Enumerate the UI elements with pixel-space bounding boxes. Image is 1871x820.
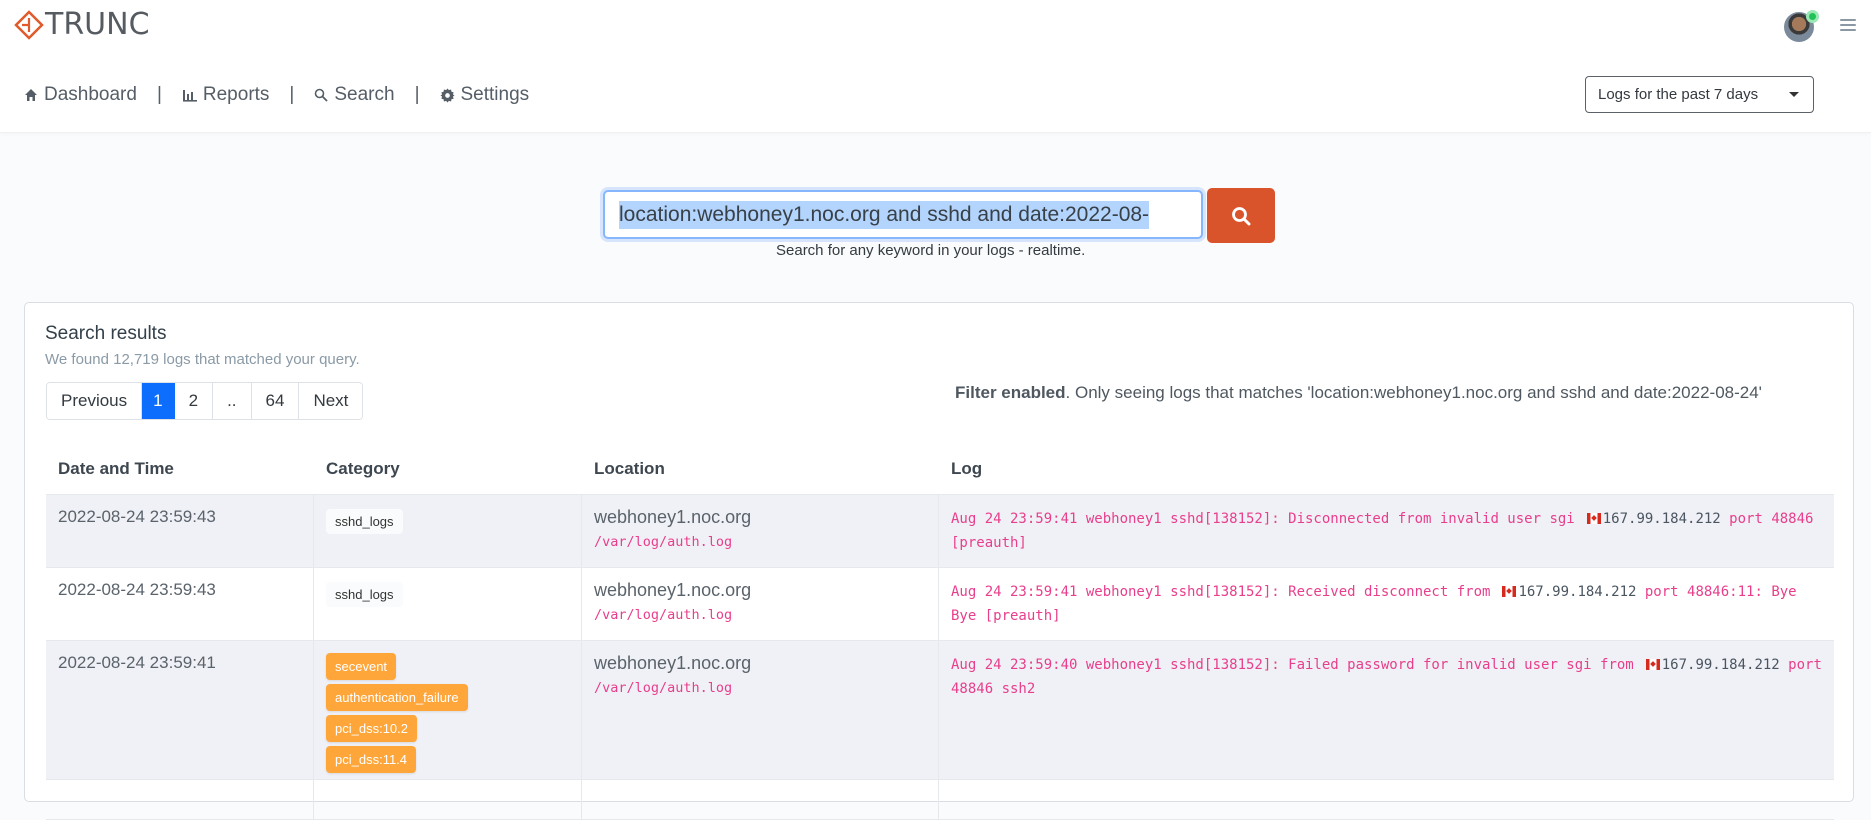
nav-separator: |: [156, 84, 162, 105]
table-header: Date and Time Category Location Log: [46, 443, 1834, 495]
log-range-select[interactable]: Logs for the past 7 days: [1585, 76, 1814, 113]
caret-down-icon: [1789, 92, 1799, 97]
log-range-selected: Logs for the past 7 days: [1598, 86, 1759, 103]
category-tag[interactable]: sshd_logs: [326, 582, 403, 607]
search-input[interactable]: location:webhoney1.noc.org and sshd and …: [603, 190, 1203, 239]
column-header-datetime[interactable]: Date and Time: [46, 459, 314, 479]
hamburger-menu-icon[interactable]: [1840, 19, 1856, 31]
column-header-log[interactable]: Log: [939, 459, 1834, 479]
row-host: webhoney1.noc.org: [594, 580, 752, 600]
pagination-page[interactable]: 2: [174, 383, 214, 419]
search-hint: Search for any keyword in your logs - re…: [776, 242, 1086, 259]
nav-separator: |: [289, 84, 295, 105]
table-row[interactable]: 2022-08-24 23:59:41 secevent authenticat…: [46, 641, 1834, 780]
pagination-previous[interactable]: Previous: [47, 383, 143, 419]
pagination-next[interactable]: Next: [299, 383, 363, 419]
table-row[interactable]: 2022-08-24 23:59:43 sshd_logs webhoney1.…: [46, 495, 1834, 568]
logo[interactable]: TRUNC: [14, 10, 150, 40]
nav-settings-label: Settings: [460, 84, 530, 105]
table-row[interactable]: 2022-08-24 23:59:43 sshd_logs webhoney1.…: [46, 568, 1834, 641]
log-text: Aug 24 23:59:41 webhoney1 sshd[138152]: …: [951, 511, 1575, 527]
navbar: Dashboard | Reports | Search | Settings …: [0, 60, 1871, 133]
category-tag[interactable]: sshd_logs: [326, 509, 403, 534]
row-log: Aug 24 23:59:41 webhoney1 sshd[138152]: …: [951, 507, 1822, 555]
log-ip[interactable]: 167.99.184.212: [1603, 511, 1721, 527]
category-tag[interactable]: authentication_failure: [326, 684, 468, 711]
gear-icon: [439, 87, 455, 103]
logo-mark-icon: [14, 10, 44, 40]
row-datetime: 2022-08-24 23:59:43: [58, 580, 216, 599]
row-path: /var/log/auth.log: [594, 534, 733, 550]
avatar[interactable]: [1784, 10, 1819, 42]
row-host: webhoney1.noc.org: [594, 507, 752, 527]
results-summary: We found 12,719 logs that matched your q…: [45, 351, 360, 368]
column-header-location[interactable]: Location: [582, 459, 939, 479]
log-ip[interactable]: 167.99.184.212: [1662, 657, 1780, 673]
column-header-category[interactable]: Category: [314, 459, 582, 479]
results-title: Search results: [45, 323, 167, 344]
bar-chart-icon: [182, 90, 197, 102]
filter-label: Filter enabled: [955, 383, 1066, 402]
search-icon: [315, 88, 328, 102]
row-host: webhoney1.noc.org: [594, 653, 752, 673]
category-tag[interactable]: pci_dss:11.4: [326, 746, 417, 773]
row-datetime: 2022-08-24 23:59:43: [58, 507, 216, 526]
canada-flag-icon: [1645, 659, 1660, 670]
logo-text: TRUNC: [45, 7, 150, 42]
nav-reports-label: Reports: [202, 84, 270, 105]
nav-separator: |: [414, 84, 420, 105]
search-button[interactable]: [1207, 188, 1275, 243]
search-icon: [1232, 206, 1251, 225]
search-results-card: Search results We found 12,719 logs that…: [24, 302, 1854, 820]
filter-note: Filter enabled. Only seeing logs that ma…: [955, 383, 1762, 403]
nav-search-label: Search: [334, 84, 395, 105]
row-path: /var/log/auth.log: [594, 607, 733, 623]
row-datetime: 2022-08-24 23:59:41: [58, 653, 216, 672]
row-log: Aug 24 23:59:41 webhoney1 sshd[138152]: …: [951, 580, 1822, 628]
home-icon: [25, 89, 37, 101]
row-log: Aug 24 23:59:40 webhoney1 sshd[138152]: …: [951, 653, 1822, 701]
pagination-page[interactable]: 1: [142, 383, 175, 419]
results-table: Date and Time Category Location Log 2022…: [46, 443, 1834, 820]
pagination-page[interactable]: 64: [251, 383, 300, 419]
canada-flag-icon: [1586, 513, 1601, 524]
filter-text: . Only seeing logs that matches 'locatio…: [1065, 383, 1762, 402]
main-nav: Dashboard | Reports | Search | Settings: [24, 84, 529, 106]
category-tag[interactable]: pci_dss:10.2: [326, 715, 417, 742]
log-ip[interactable]: 167.99.184.212: [1518, 584, 1636, 600]
nav-dashboard[interactable]: Dashboard: [24, 84, 137, 106]
pagination-ellipsis[interactable]: ..: [213, 383, 252, 419]
canada-flag-icon: [1502, 586, 1517, 597]
nav-settings[interactable]: Settings: [439, 84, 530, 106]
table-row[interactable]: [46, 780, 1834, 820]
search-input-value: location:webhoney1.noc.org and sshd and …: [619, 200, 1150, 229]
log-text: Aug 24 23:59:40 webhoney1 sshd[138152]: …: [951, 657, 1634, 673]
category-tag[interactable]: secevent: [326, 653, 397, 680]
top-header: TRUNC: [0, 0, 1871, 60]
online-status-icon: [1806, 10, 1819, 23]
log-text: Aug 24 23:59:41 webhoney1 sshd[138152]: …: [951, 584, 1491, 600]
nav-search[interactable]: Search: [314, 84, 395, 106]
pagination: Previous 1 2 .. 64 Next: [46, 382, 364, 420]
nav-dashboard-label: Dashboard: [44, 84, 137, 105]
row-path: /var/log/auth.log: [594, 680, 733, 696]
nav-reports[interactable]: Reports: [182, 84, 270, 106]
